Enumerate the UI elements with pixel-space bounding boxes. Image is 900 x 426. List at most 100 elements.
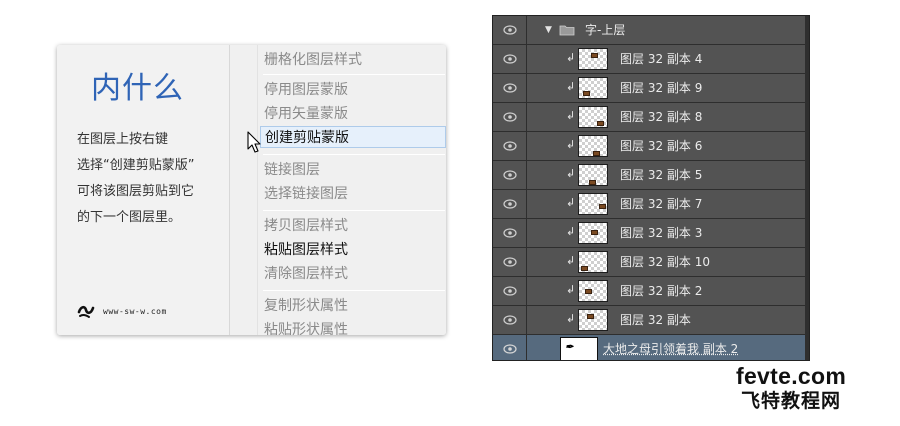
description-line: 选择“创建剪贴蒙版” xyxy=(77,158,195,173)
thumbnail-content xyxy=(583,91,590,96)
tutorial-text-area: 内什么 在图层上按右键 选择“创建剪贴蒙版” 可将该图层剪贴到它 的下一个图层里… xyxy=(57,45,229,335)
menu-item-copy-layer-style[interactable]: 拷贝图层样式 xyxy=(264,215,348,237)
thumbnail-content xyxy=(585,289,592,294)
clipping-arrow-icon: ↲ xyxy=(566,254,576,267)
clipping-arrow-icon: ↲ xyxy=(566,109,576,122)
menu-item-create-clipping-mask[interactable]: 创建剪贴蒙版 xyxy=(260,126,446,148)
mouse-cursor-icon xyxy=(247,131,261,153)
site-logo: www-sw-w.com xyxy=(77,303,167,319)
eye-icon xyxy=(503,228,517,238)
clipping-arrow-icon: ↲ xyxy=(566,51,576,64)
visibility-toggle[interactable] xyxy=(493,219,527,247)
thumbnail-content xyxy=(599,204,606,209)
layer-thumbnail xyxy=(578,77,608,99)
visibility-toggle[interactable] xyxy=(493,190,527,218)
visibility-toggle[interactable] xyxy=(493,306,527,334)
clipping-arrow-icon: ↲ xyxy=(566,283,576,296)
layer-thumbnail xyxy=(578,222,608,244)
group-name: 字-上层 xyxy=(585,23,626,37)
description-line: 可将该图层剪贴到它 xyxy=(77,184,195,199)
watermark: fevte.com 飞特教程网 xyxy=(736,364,846,414)
layer-row[interactable]: ↲ 图层 32 副本 7 xyxy=(493,190,809,219)
layer-thumbnail xyxy=(578,135,608,157)
layer-thumbnail xyxy=(578,193,608,215)
layer-row[interactable]: ↲ 图层 32 副本 2 xyxy=(493,277,809,306)
layer-thumbnail xyxy=(578,164,608,186)
panel-scrollbar[interactable] xyxy=(805,16,809,360)
visibility-toggle[interactable] xyxy=(493,161,527,189)
expand-triangle-icon[interactable]: ▼ xyxy=(545,25,552,35)
menu-item-link-layers[interactable]: 链接图层 xyxy=(264,159,320,181)
calligraphy-thumbnail-image: ✒︎ xyxy=(565,342,574,353)
eye-icon xyxy=(503,112,517,122)
menu-item-disable-vector-mask[interactable]: 停用矢量蒙版 xyxy=(264,103,348,125)
thumbnail-content xyxy=(591,230,598,235)
eye-icon xyxy=(503,286,517,296)
menu-item-paste-layer-style[interactable]: 粘贴图层样式 xyxy=(264,239,348,261)
eye-icon xyxy=(503,83,517,93)
layer-thumbnail xyxy=(578,280,608,302)
menu-item-copy-shape-attributes[interactable]: 复制形状属性 xyxy=(264,295,348,317)
watermark-name: 飞特教程网 xyxy=(741,390,842,412)
layer-thumbnail xyxy=(578,48,608,70)
visibility-toggle[interactable] xyxy=(493,248,527,276)
layer-name: 图层 32 副本 3 xyxy=(620,226,703,240)
layer-thumbnail xyxy=(578,309,608,331)
menu-item-rasterize-layer-style[interactable]: 栅格化图层样式 xyxy=(264,49,362,71)
visibility-toggle[interactable] xyxy=(493,335,527,360)
tutorial-card: 内什么 在图层上按右键 选择“创建剪贴蒙版” 可将该图层剪贴到它 的下一个图层里… xyxy=(57,45,446,335)
layer-row[interactable]: ↲ 图层 32 副本 9 xyxy=(493,74,809,103)
layer-row[interactable]: ↲ 图层 32 副本 3 xyxy=(493,219,809,248)
eye-icon xyxy=(503,344,517,354)
layer-row[interactable]: ↲ 图层 32 副本 4 xyxy=(493,45,809,74)
thumbnail-content xyxy=(589,180,596,185)
eye-icon xyxy=(503,54,517,64)
eye-icon xyxy=(503,25,517,35)
menu-item-select-linked-layers[interactable]: 选择链接图层 xyxy=(264,183,348,205)
clipping-arrow-icon: ↲ xyxy=(566,225,576,238)
thumbnail-content xyxy=(591,53,598,58)
watermark-site: fevte.com xyxy=(736,363,847,389)
layer-name: 图层 32 副本 6 xyxy=(620,139,703,153)
visibility-toggle[interactable] xyxy=(493,16,527,44)
layer-name: 图层 32 副本 8 xyxy=(620,110,703,124)
logo-text: www-sw-w.com xyxy=(103,306,167,316)
menu-item-paste-shape-attributes[interactable]: 粘贴形状属性 xyxy=(264,319,348,335)
menu-item-disable-layer-mask[interactable]: 停用图层蒙版 xyxy=(264,79,348,101)
eye-icon xyxy=(503,170,517,180)
layer-row[interactable]: ↲ 图层 32 副本 8 xyxy=(493,103,809,132)
eye-icon xyxy=(503,257,517,267)
layer-row[interactable]: ↲ 图层 32 副本 6 xyxy=(493,132,809,161)
thumbnail-content xyxy=(587,314,594,319)
description-line: 的下一个图层里。 xyxy=(77,210,182,225)
layer-group-row[interactable]: ▼ 字-上层 xyxy=(493,16,809,45)
description-line: 在图层上按右键 xyxy=(77,132,169,147)
visibility-toggle[interactable] xyxy=(493,277,527,305)
visibility-toggle[interactable] xyxy=(493,45,527,73)
menu-icon-gutter xyxy=(230,45,258,335)
layer-thumbnail: ✒︎ xyxy=(560,337,598,360)
menu-separator xyxy=(263,210,445,211)
layer-name: 图层 32 副本 5 xyxy=(620,168,703,182)
thumbnail-content xyxy=(581,266,588,271)
layer-name: 图层 32 副本 2 xyxy=(620,284,703,298)
menu-separator xyxy=(263,74,445,75)
layer-name: 图层 32 副本 7 xyxy=(620,197,703,211)
menu-item-clear-layer-style[interactable]: 清除图层样式 xyxy=(264,263,348,285)
eye-icon xyxy=(503,199,517,209)
layer-name: 大地之母引领着我 副本 2 xyxy=(603,342,739,356)
layer-row[interactable]: ↲ 图层 32 副本 5 xyxy=(493,161,809,190)
layer-name: 图层 32 副本 9 xyxy=(620,81,703,95)
clipping-arrow-icon: ↲ xyxy=(566,80,576,93)
layer-row[interactable]: ↲ 图层 32 副本 xyxy=(493,306,809,335)
clipping-arrow-icon: ↲ xyxy=(566,196,576,209)
clipping-arrow-icon: ↲ xyxy=(566,138,576,151)
visibility-toggle[interactable] xyxy=(493,103,527,131)
layer-context-menu: 栅格化图层样式 停用图层蒙版 停用矢量蒙版 创建剪贴蒙版 链接图层 选择链接图层… xyxy=(229,45,446,335)
thumbnail-content xyxy=(597,121,604,126)
visibility-toggle[interactable] xyxy=(493,74,527,102)
layer-row[interactable]: ↲ 图层 32 副本 10 xyxy=(493,248,809,277)
layer-thumbnail xyxy=(578,251,608,273)
layer-row-selected[interactable]: ✒︎ 大地之母引领着我 副本 2 xyxy=(493,335,809,360)
visibility-toggle[interactable] xyxy=(493,132,527,160)
